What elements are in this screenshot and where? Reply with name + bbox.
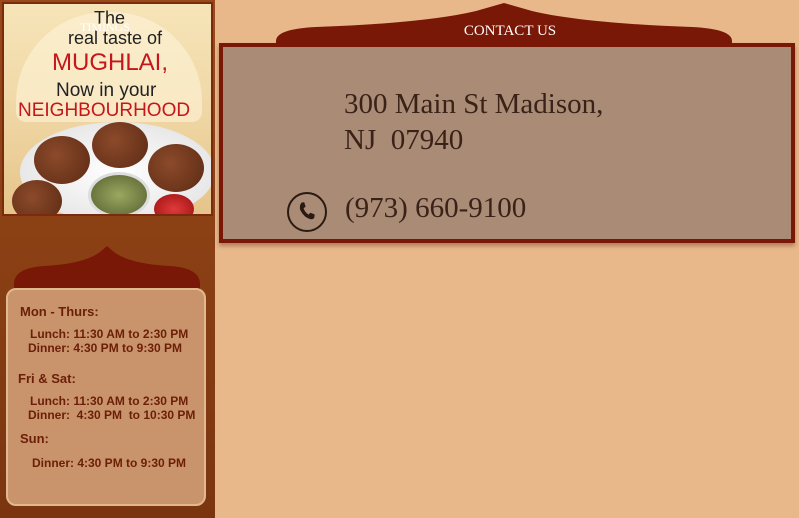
address-line-1: 300 Main St Madison, [344, 88, 604, 120]
timings-line: Dinner: 4:30 PM to 9:30 PM [32, 456, 187, 470]
timings-line: Dinner: 4:30 PM to 9:30 PM [28, 341, 183, 355]
timings-title: TIMINGS [80, 20, 130, 34]
timings-line: Lunch: 11:30 AM to 2:30 PM [30, 394, 189, 408]
timings-line: Dinner: 4:30 PM to 10:30 PM [28, 408, 196, 422]
tomato-rose-garnish [154, 194, 194, 214]
promo-line-4: Now in your [56, 80, 157, 101]
kebab-image [148, 144, 204, 192]
kebab-image [34, 136, 90, 184]
left-sidebar: The real taste of MUGHLAI, Now in your N… [0, 0, 215, 518]
phone-number[interactable]: (973) 660-9100 [345, 192, 526, 225]
promo-line-5: NEIGHBOURHOOD [18, 100, 191, 121]
phone-icon-glyph [299, 202, 315, 220]
address-line-2: NJ 07940 [344, 124, 464, 156]
chutney-bowl-image [88, 172, 150, 214]
timings-day-fri-sat: Fri & Sat: [18, 371, 76, 386]
kebab-image [12, 180, 62, 214]
timings-day-sun: Sun: [20, 431, 49, 446]
timings-panel: Mon - Thurs: Lunch: 11:30 AM to 2:30 PM … [6, 288, 206, 506]
kebab-image [92, 122, 148, 168]
promo-line-3: MUGHLAI, [52, 49, 169, 76]
timings-day-mon-thurs: Mon - Thurs: [20, 304, 99, 319]
contact-title: CONTACT US [463, 23, 557, 39]
phone-icon[interactable] [287, 192, 327, 232]
timings-header-arch [14, 246, 200, 292]
timings-line: Lunch: 11:30 AM to 2:30 PM [30, 327, 189, 341]
